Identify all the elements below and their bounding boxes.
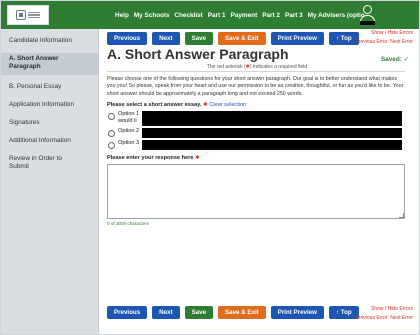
top-button[interactable]: ↑ Top (328, 32, 359, 45)
required-field-note: The red asterisk (✱) indicates a require… (107, 64, 407, 70)
save-button[interactable]: Save (184, 32, 214, 45)
resize-handle-icon[interactable] (399, 213, 404, 218)
option-1-redacted-text (142, 111, 402, 126)
option-row-1: Option 1 would li (107, 111, 405, 126)
user-name-redacted (360, 21, 375, 25)
error-links-top: Show / Hide Errors Previous Error Next E… (355, 29, 413, 47)
previous-error-link[interactable]: Previous Error (355, 315, 387, 321)
sidebar-item-signatures[interactable]: Signatures (1, 119, 99, 127)
next-button[interactable]: Next (152, 32, 180, 45)
next-error-link[interactable]: Next Error (390, 315, 413, 321)
sidebar-item-personal-essay[interactable]: B. Personal Essay (1, 83, 99, 91)
response-label-text: Please enter your response here (107, 155, 194, 161)
option-1-label[interactable]: Option 1 would li (118, 111, 142, 124)
option-2-redacted-text (142, 128, 402, 138)
bottom-toolbar: Previous Next Save Save & Exit Print Pre… (107, 306, 359, 319)
option-3-label[interactable]: Option 3 (118, 140, 142, 147)
next-button[interactable]: Next (152, 306, 180, 319)
required-asterisk-icon: ✱ (195, 155, 200, 161)
option-3-radio[interactable] (108, 142, 115, 149)
nav-checklist[interactable]: Checklist (174, 12, 202, 19)
logo[interactable] (7, 5, 49, 25)
character-counter: 0 of 3000 characters (107, 221, 149, 226)
nav-part-2[interactable]: Part 2 (262, 12, 280, 19)
application-window: Help My Schools Checklist Part 1 Payment… (0, 0, 420, 335)
response-textarea[interactable] (107, 164, 405, 219)
required-note-prefix: The red asterisk ( (206, 64, 246, 70)
save-exit-button[interactable]: Save & Exit (218, 306, 266, 319)
logo-mark-icon (16, 10, 26, 20)
save-button[interactable]: Save (184, 306, 214, 319)
option-3-redacted-text (142, 140, 402, 150)
previous-error-link[interactable]: Previous Error (355, 39, 387, 45)
error-links-bottom: Show / Hide Errors Previous Error Next E… (355, 305, 413, 323)
nav-part-1[interactable]: Part 1 (208, 12, 226, 19)
page-title: A. Short Answer Paragraph (107, 46, 289, 62)
sidebar-item-short-answer[interactable]: A. Short Answer Paragraph (1, 53, 99, 75)
sidebar-item-application-information[interactable]: Application Information (1, 101, 99, 109)
section-sidebar: Candidate Information A. Short Answer Pa… (1, 29, 99, 334)
nav-part-3[interactable]: Part 3 (285, 12, 303, 19)
top-toolbar: Previous Next Save Save & Exit Print Pre… (107, 32, 359, 45)
option-1-radio[interactable] (108, 113, 115, 120)
next-error-link[interactable]: Next Error (390, 39, 413, 45)
previous-button[interactable]: Previous (107, 32, 148, 45)
sidebar-item-candidate-information[interactable]: Candidate Information (1, 37, 99, 45)
clear-selection-link[interactable]: Clear selection (209, 102, 246, 108)
question-label: Please select a short answer essay. ✱ Cl… (107, 102, 246, 108)
top-button[interactable]: ↑ Top (328, 306, 359, 319)
print-preview-button[interactable]: Print Preview (270, 306, 324, 319)
sidebar-item-additional-information[interactable]: Additional Information (1, 137, 99, 145)
nav-help[interactable]: Help (115, 12, 129, 19)
nav-my-schools[interactable]: My Schools (134, 12, 170, 19)
question-label-text: Please select a short answer essay. (107, 102, 202, 108)
previous-button[interactable]: Previous (107, 306, 148, 319)
divider (107, 71, 405, 72)
top-nav: Help My Schools Checklist Part 1 Payment… (115, 1, 365, 29)
nav-payment[interactable]: Payment (231, 12, 258, 19)
show-hide-errors-link[interactable]: Show / Hide Errors (371, 306, 413, 312)
required-note-suffix: ) indicates a required field (249, 64, 308, 70)
sidebar-item-review-submit[interactable]: Review in Order to Submit (1, 155, 99, 171)
option-row-3: Option 3 (107, 140, 405, 153)
save-exit-button[interactable]: Save & Exit (218, 32, 266, 45)
option-2-label[interactable]: Option 2 (118, 128, 142, 135)
saved-status: Saved: ✓ (380, 56, 409, 63)
show-hide-errors-link[interactable]: Show / Hide Errors (371, 30, 413, 36)
logo-wordmark (28, 11, 40, 19)
top-header: Help My Schools Checklist Part 1 Payment… (1, 1, 419, 29)
instructions-text: Please choose one of the following quest… (107, 76, 404, 97)
print-preview-button[interactable]: Print Preview (270, 32, 324, 45)
response-label: Please enter your response here ✱ (107, 155, 200, 161)
option-2-radio[interactable] (108, 130, 115, 137)
required-asterisk-icon: ✱ (203, 102, 208, 108)
nav-my-advisers[interactable]: My Advisers (optio (308, 12, 365, 19)
